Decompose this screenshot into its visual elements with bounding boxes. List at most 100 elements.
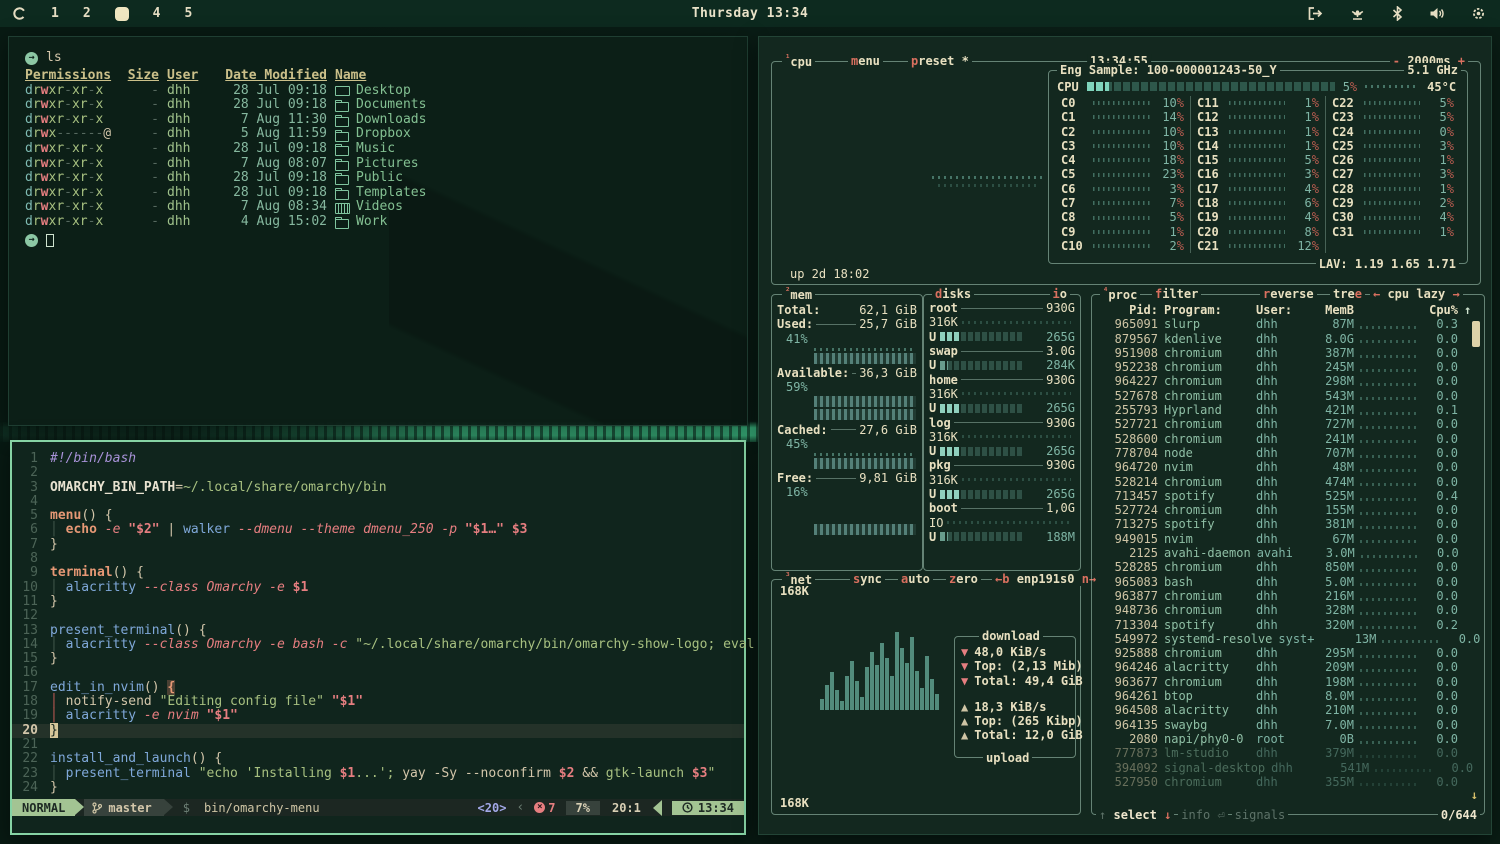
select-control[interactable]: ↑ select ↓	[1096, 808, 1174, 822]
code-line[interactable]: 19│ alacritty -e nvim "$1"	[12, 709, 744, 723]
process-row[interactable]: 965083bashdhh5.0M0.0	[1092, 575, 1484, 589]
process-row[interactable]: 528600chromiumdhh241M0.0	[1092, 432, 1484, 446]
process-row[interactable]: 713457spotifydhh525M0.4	[1092, 489, 1484, 503]
volume-icon[interactable]	[1429, 6, 1445, 21]
process-row[interactable]: 255793Hyprlanddhh421M0.1	[1092, 403, 1484, 417]
code-line[interactable]: 17edit_in_nvim() {	[12, 681, 744, 695]
code-line[interactable]: 9terminal() {	[12, 566, 744, 580]
code-line[interactable]: 1#!/bin/bash	[12, 452, 744, 466]
process-row[interactable]: 925888chromiumdhh295M0.0	[1092, 646, 1484, 660]
process-row[interactable]: 713304spotifydhh320M0.2	[1092, 618, 1484, 632]
process-row[interactable]: 528285chromiumdhh850M0.0	[1092, 560, 1484, 574]
sort-selector[interactable]: ← cpu lazy →	[1370, 287, 1463, 301]
code-line[interactable]: 24}	[12, 781, 744, 795]
code-line[interactable]: 6│ echo -e "$2" | walker --dmenu --theme…	[12, 523, 744, 537]
process-row[interactable]: 527724chromiumdhh155M0.0	[1092, 503, 1484, 517]
header-cpu[interactable]: Cpu%	[1422, 303, 1458, 317]
reverse-button[interactable]: reverse	[1260, 287, 1317, 301]
access-point-icon[interactable]	[1349, 6, 1366, 21]
code-line[interactable]: 13present_terminal() {	[12, 624, 744, 638]
memory-box-title[interactable]: ²mem	[782, 287, 815, 302]
workspace-4[interactable]: 4	[153, 6, 161, 21]
process-row[interactable]: 2125avahi-daemonavahi3.0M0.0	[1092, 546, 1484, 560]
code-line[interactable]: 16	[12, 666, 744, 680]
code-line[interactable]: 21	[12, 738, 744, 752]
code-line[interactable]: 4	[12, 495, 744, 509]
process-row[interactable]: 549972systemd-resolvesyst+13M0.0	[1092, 632, 1484, 646]
process-row[interactable]: 964261btopdhh8.0M0.0	[1092, 689, 1484, 703]
workspace-5[interactable]: 5	[184, 6, 192, 21]
logout-icon[interactable]	[1307, 6, 1323, 21]
preset-button[interactable]: preset *	[908, 54, 972, 68]
process-row[interactable]: 527950chromiumdhh355M0.0	[1092, 775, 1484, 789]
code-line[interactable]: 7}	[12, 538, 744, 552]
cpu-box-title[interactable]: ¹cpu	[782, 54, 815, 69]
terminal-window-ls[interactable]: → ls Permissions Size User Date Modified…	[8, 36, 748, 426]
process-row[interactable]: 963877chromiumdhh216M0.0	[1092, 589, 1484, 603]
process-row[interactable]: 777873lm-studiodhh379M0.0	[1092, 746, 1484, 760]
code-line[interactable]: 20}	[12, 724, 744, 738]
process-row[interactable]: 879567kdenlivedhh8.0G0.0	[1092, 332, 1484, 346]
header-memb[interactable]: MemB	[1308, 303, 1354, 317]
process-row[interactable]: 527721chromiumdhh727M0.0	[1092, 417, 1484, 431]
zero-toggle[interactable]: zero	[946, 572, 981, 586]
neovim-window[interactable]: 1#!/bin/bash23OMARCHY_BIN_PATH=~/.local/…	[10, 440, 746, 835]
process-row[interactable]: 713275spotifydhh381M0.0	[1092, 517, 1484, 531]
menu-button[interactable]: menu	[848, 54, 883, 68]
bluetooth-icon[interactable]	[1392, 6, 1403, 21]
header-pid[interactable]: Pid:	[1098, 303, 1158, 317]
process-row[interactable]: 964227chromiumdhh298M0.0	[1092, 374, 1484, 388]
gear-icon[interactable]	[1471, 6, 1486, 21]
process-row[interactable]: 949015nvimdhh67M0.0	[1092, 532, 1484, 546]
process-row[interactable]: 778704nodedhh707M0.0	[1092, 446, 1484, 460]
io-toggle[interactable]: io	[1050, 287, 1070, 301]
process-row[interactable]: 528214chromiumdhh474M0.0	[1092, 475, 1484, 489]
omarchy-logo-icon[interactable]	[12, 6, 27, 21]
process-box-title[interactable]: ⁴proc	[1100, 287, 1140, 302]
scrollbar-thumb[interactable]	[1472, 321, 1480, 347]
process-row[interactable]: 952238chromiumdhh245M0.0	[1092, 360, 1484, 374]
code-line[interactable]: 10│ alacritty --class Omarchy -e $1	[12, 581, 744, 595]
info-control[interactable]: info ⏎	[1178, 808, 1227, 822]
code-buffer[interactable]: 1#!/bin/bash23OMARCHY_BIN_PATH=~/.local/…	[12, 442, 744, 795]
process-row[interactable]: 964246alacrittydhh209M0.0	[1092, 660, 1484, 674]
code-line[interactable]: 15}	[12, 652, 744, 666]
memory-box: ²mem Total: 62,1 GiBUsed:25,7 GiB41%Avai…	[771, 294, 923, 571]
code-line[interactable]: 23│ present_terminal "echo 'Installing $…	[12, 767, 744, 781]
process-row[interactable]: 963677chromiumdhh198M0.0	[1092, 675, 1484, 689]
code-line[interactable]: 22install_and_launch() {	[12, 752, 744, 766]
code-line[interactable]: 2	[12, 466, 744, 480]
folder-icon	[335, 216, 350, 228]
code-line[interactable]: 8	[12, 552, 744, 566]
header-user[interactable]: User:	[1256, 303, 1302, 317]
git-segment[interactable]: master	[84, 799, 163, 816]
code-line[interactable]: 14│ alacritty --class Omarchy -e bash -c…	[12, 638, 744, 652]
code-line[interactable]: 3OMARCHY_BIN_PATH=~/.local/share/omarchy…	[12, 481, 744, 495]
filter-button[interactable]: filter	[1152, 287, 1201, 301]
process-row[interactable]: 527678chromiumdhh543M0.0	[1092, 389, 1484, 403]
workspace-1[interactable]: 1	[51, 6, 59, 21]
process-row[interactable]: 2080napi/phy0-0root0B0.0	[1092, 732, 1484, 746]
diagnostics[interactable]: × 7	[534, 801, 555, 815]
process-row[interactable]: 965091slurpdhh87M0.3	[1092, 317, 1484, 331]
workspace-3-active[interactable]	[115, 7, 129, 21]
disks-box-title[interactable]: disks	[932, 287, 974, 301]
code-line[interactable]: 11}	[12, 595, 744, 609]
scroll-down-indicator[interactable]: ↓	[1471, 788, 1478, 802]
tree-button[interactable]: tree	[1330, 287, 1365, 301]
auto-toggle[interactable]: auto	[898, 572, 933, 586]
workspace-2[interactable]: 2	[83, 6, 91, 21]
sync-toggle[interactable]: sync	[850, 572, 885, 586]
header-program[interactable]: Program:	[1164, 303, 1250, 317]
process-row[interactable]: 394092signal-desktopdhh541M0.0	[1092, 761, 1484, 775]
process-row[interactable]: 964508alacrittydhh210M0.0	[1092, 703, 1484, 717]
btop-window[interactable]: ¹cpu menu preset * 13:34:55 - 2000ms + E…	[758, 36, 1492, 835]
process-row[interactable]: 951908chromiumdhh387M0.0	[1092, 346, 1484, 360]
signals-control[interactable]: signals	[1232, 808, 1289, 822]
interface-selector[interactable]: ←b enp191s0 n→	[992, 572, 1099, 586]
process-row[interactable]: 964135swaybgdhh7.0M0.0	[1092, 718, 1484, 732]
code-line[interactable]: 12	[12, 609, 744, 623]
process-row[interactable]: 964720nvimdhh48M0.0	[1092, 460, 1484, 474]
process-row[interactable]: 948736chromiumdhh328M0.0	[1092, 603, 1484, 617]
workspace-switcher: 1 2 4 5	[12, 6, 192, 21]
